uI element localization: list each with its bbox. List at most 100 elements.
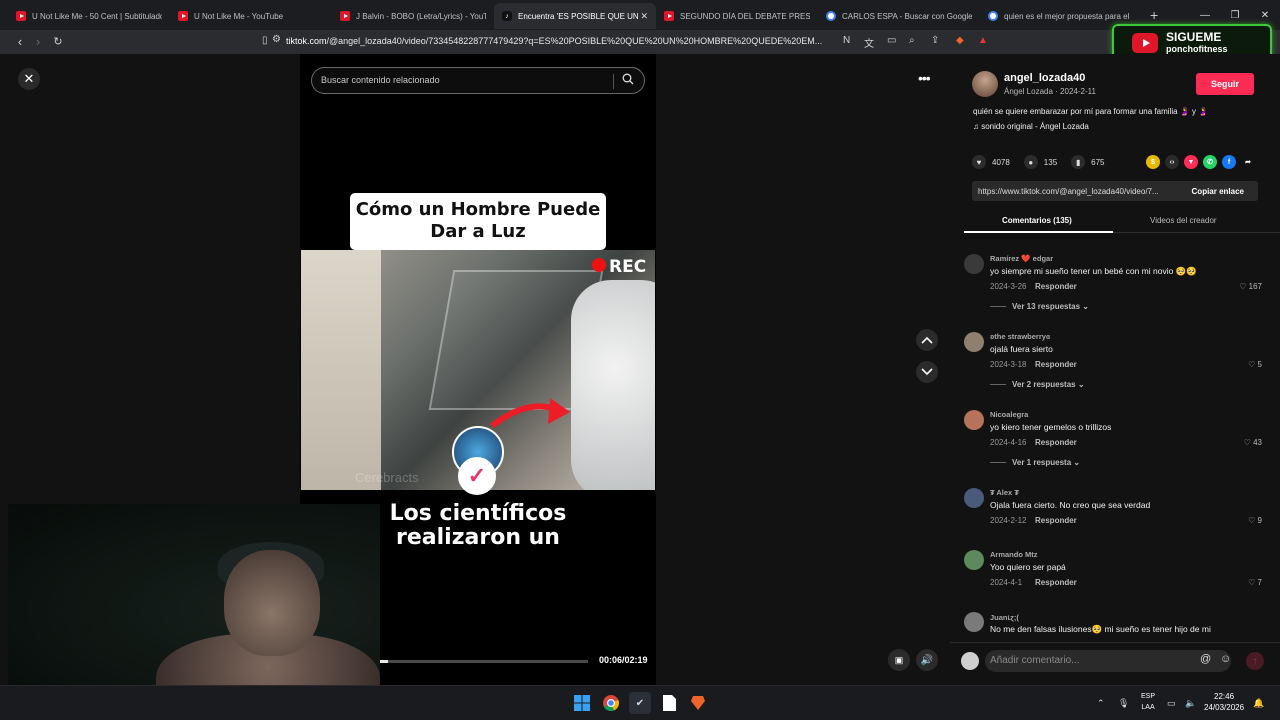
bookmark-icon[interactable]: ▯ [262,35,268,46]
mention-icon[interactable]: @ [1200,653,1211,665]
comment-username[interactable]: Juanเɀ;( [990,612,1019,624]
sound-name: sonido original - Ángel Lozada [981,122,1089,131]
reply-button[interactable]: Responder [1035,360,1077,369]
browser-tab[interactable]: U Not Like Me - YouTube [170,3,332,29]
tab-creator-videos[interactable]: Videos del creador [1150,216,1217,225]
reply-button[interactable]: Responder [1035,516,1077,525]
facebook-icon[interactable]: f [1222,155,1236,169]
reply-button[interactable]: Responder [1035,282,1077,291]
brave-icon[interactable] [687,692,709,714]
follow-button[interactable]: Seguir [1196,73,1254,95]
comment-like-button[interactable]: ♡ 7 [1248,578,1262,587]
zoom-icon[interactable]: ⌕ [909,35,915,46]
browser-tab[interactable]: SEGUNDO DÍA DEL DEBATE PRESI [656,3,818,29]
url-field[interactable]: tiktok.com/@angel_lozada40/video/7334548… [286,36,822,46]
comment-like-button[interactable]: ♡ 5 [1248,360,1262,369]
view-replies-button[interactable]: Ver 1 respuesta ⌄ [1012,458,1080,467]
browser-tab[interactable]: J Balvin - BOBO (Letra/Lyrics) - YouTube [332,3,494,29]
comment-avatar[interactable] [964,332,984,352]
share-icon[interactable]: ⇪ [931,35,939,46]
cast-icon[interactable]: ▭ [887,35,896,46]
search-icon[interactable] [622,73,634,85]
author-avatar[interactable] [972,71,998,97]
video-link[interactable]: https://www.tiktok.com/@angel_lozada40/v… [978,187,1159,196]
network-icon[interactable]: ▭ [1167,698,1176,709]
more-options-icon[interactable]: ••• [918,70,931,86]
browser-tab[interactable]: U Not Like Me - 50 Cent | Subtitulado [8,3,170,29]
add-comment-input[interactable]: Añadir comentario... [985,650,1231,672]
speaker-icon[interactable]: 🔈 [1185,698,1196,709]
reader-icon[interactable]: N [843,35,850,46]
brave-shield-icon[interactable]: ◆ [956,35,964,46]
rec-indicator: REC [592,257,646,277]
related-search-input[interactable]: Buscar contenido relacionado [311,67,645,94]
video-title-card: Cómo un Hombre Puede Dar a Luz [350,193,606,250]
windows-start-icon[interactable] [571,692,593,714]
search-divider [613,74,614,89]
comment-text: ojalá fuera sierto [990,344,1053,354]
comment-avatar[interactable] [964,410,984,430]
share-options: $ ‹› ▼ ✆ f ➦ [1146,155,1260,169]
comment-username[interactable]: Armando Mtz [990,550,1038,559]
coin-share-icon[interactable]: $ [1146,155,1160,169]
embed-icon[interactable]: ‹› [1165,155,1179,169]
google-icon [826,11,836,21]
browser-tab[interactable]: CARLOS ESPA - Buscar con Google [818,3,980,29]
heart-outline-icon: ♡ [1243,438,1254,447]
system-clock[interactable]: 22:46 24/03/2026 [1204,691,1244,713]
steam-icon[interactable]: ✔ [629,692,651,714]
emoji-icon[interactable]: ☺ [1220,653,1231,665]
close-video-button[interactable]: ✕ [18,68,40,90]
reload-icon[interactable]: ↻ [48,35,68,48]
back-icon[interactable]: ‹ [10,34,30,49]
send-comment-button[interactable]: ↑ [1246,652,1264,670]
comment-username[interactable]: Ramírez ❤️ edgar [990,254,1053,263]
pip-button[interactable]: ▣ [888,649,910,671]
rewards-icon[interactable]: ▲ [978,35,988,46]
chrome-icon[interactable] [600,692,622,714]
comment-button[interactable]: ● 135 [1023,155,1057,169]
save-button[interactable]: ▮ 675 [1071,155,1105,169]
comment-avatar[interactable] [964,612,984,632]
comment-like-button[interactable]: ♡ 43 [1244,438,1262,447]
comment-username[interactable]: ₮ Alex ₮ [990,488,1019,497]
comment-date: 2024-4-1 [990,578,1023,587]
link-box: https://www.tiktok.com/@angel_lozada40/v… [972,181,1258,201]
browser-tab[interactable]: ♪ Encuentra 'ES POSIBLE QUE UN ✕ [494,3,656,29]
forward-icon[interactable]: › [28,34,48,49]
copy-link-button[interactable]: Copiar enlace [1192,187,1244,196]
video-progress-bar[interactable] [380,660,588,663]
tray-chevron-icon[interactable]: ⌃ [1097,698,1105,709]
next-video-button[interactable] [916,361,938,383]
site-info-icon[interactable]: ⚙ [272,34,281,45]
close-tab-icon[interactable]: ✕ [640,11,648,22]
file-icon[interactable] [658,692,680,714]
view-replies-button[interactable]: Ver 2 respuestas ⌄ [1012,380,1085,389]
comment-like-button[interactable]: ♡ 167 [1239,282,1262,291]
comment-text: yo kiero tener gemelos o trillizos [990,422,1112,432]
microphone-icon[interactable]: 🎙 [1118,698,1129,709]
like-button[interactable]: ♥ 4078 [972,155,1010,169]
translate-icon[interactable]: 文 [864,35,874,50]
tab-comments[interactable]: Comentarios (135) [1002,216,1072,225]
comment-avatar[interactable] [964,550,984,570]
comment-avatar[interactable] [964,488,984,508]
comment-avatar[interactable] [964,254,984,274]
author-username[interactable]: angel_lozada40 [1004,72,1085,84]
comment-like-button[interactable]: ♡ 9 [1248,516,1262,525]
language-indicator[interactable]: ESP LAA [1141,691,1155,713]
comment-username[interactable]: ʚthe strawberryɞ [990,332,1050,341]
reply-button[interactable]: Responder [1035,578,1077,587]
notification-icon[interactable]: 🔔 [1253,698,1264,709]
view-replies-button[interactable]: Ver 13 respuestas ⌄ [1012,302,1089,311]
new-tab-button[interactable]: + [1150,7,1158,23]
sound-link[interactable]: ♫ sonido original - Ángel Lozada [973,122,1089,131]
volume-button[interactable]: 🔊 [916,649,938,671]
previous-video-button[interactable] [916,329,938,351]
whatsapp-icon[interactable]: ✆ [1203,155,1217,169]
comment-username[interactable]: Nicoalegra [990,410,1028,419]
reply-button[interactable]: Responder [1035,438,1077,447]
repost-icon[interactable]: ▼ [1184,155,1198,169]
forward-share-icon[interactable]: ➦ [1241,155,1255,169]
comment-tabs: Comentarios (135) Videos del creador [964,209,1280,233]
